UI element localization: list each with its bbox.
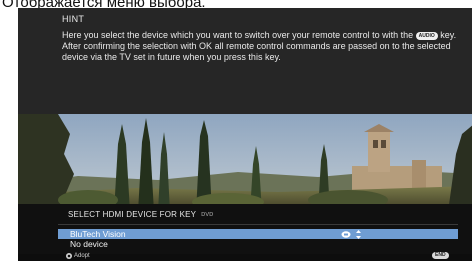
menu-footer: Adopt END xyxy=(18,252,472,261)
menu-item-label: BluTech Vision xyxy=(70,229,126,239)
dvd-key-label: DVD xyxy=(201,212,214,218)
background-photo xyxy=(18,114,472,212)
ok-button-icon xyxy=(66,253,72,259)
end-key-badge[interactable]: END xyxy=(432,252,449,259)
selection-controls xyxy=(341,229,361,239)
hint-panel: HINT Here you select the device which yo… xyxy=(18,8,472,114)
menu-item-no-device[interactable]: No device xyxy=(58,239,458,249)
adopt-label: Adopt xyxy=(74,253,90,259)
ok-circle-icon xyxy=(341,230,351,238)
menu-title: SELECT HDMI DEVICE FOR KEY DVD xyxy=(68,210,213,219)
hint-text: Here you select the device which you wan… xyxy=(62,30,462,63)
hint-title: HINT xyxy=(62,14,85,24)
adopt-hint[interactable]: Adopt xyxy=(66,253,90,259)
hint-text-start: Here you select the device which you wan… xyxy=(62,30,416,40)
menu-item-blutech-vision[interactable]: BluTech Vision xyxy=(58,229,458,239)
page: Отображается меню выбора. HINT Here you … xyxy=(0,0,472,261)
menu-item-label: No device xyxy=(70,239,108,249)
menu-title-text: SELECT HDMI DEVICE FOR KEY xyxy=(68,210,197,219)
menu-divider xyxy=(58,224,458,225)
tv-screen: HINT Here you select the device which yo… xyxy=(18,8,472,261)
up-down-arrows-icon xyxy=(356,229,361,239)
audio-key-badge: AUDIO xyxy=(415,32,438,40)
